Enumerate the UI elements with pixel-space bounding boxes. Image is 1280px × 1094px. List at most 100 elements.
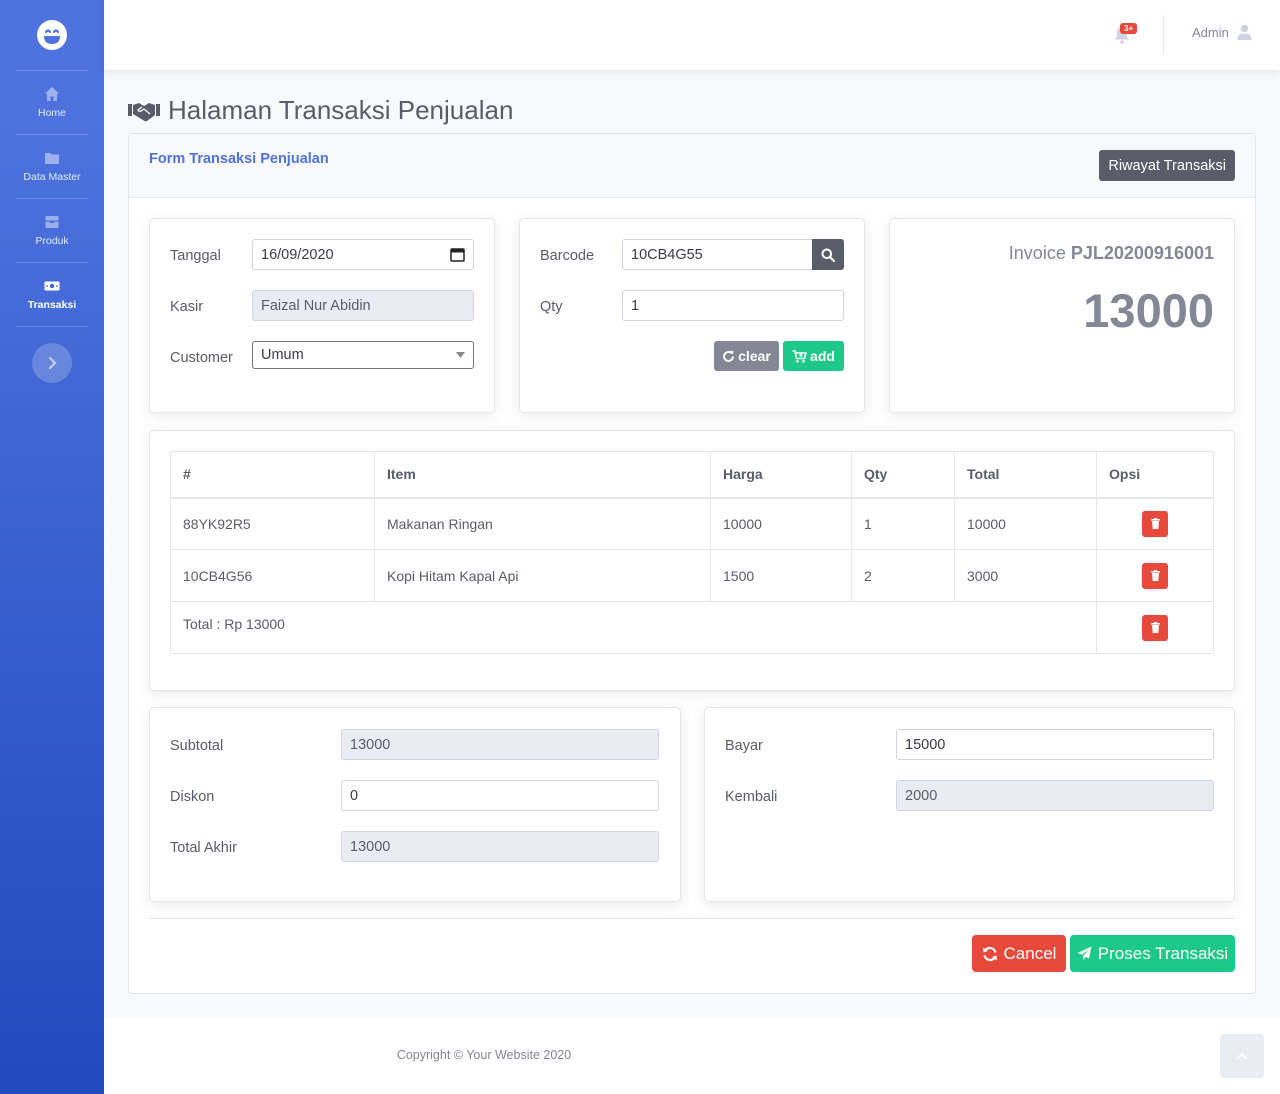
card-title: Form Transaksi Penjualan	[149, 151, 329, 167]
cell-item: Makanan Ringan	[374, 497, 711, 550]
chevron-right-icon	[48, 357, 57, 369]
diskon-input[interactable]: 0	[341, 780, 659, 811]
kasir-field: Faizal Nur Abidin	[252, 290, 474, 321]
transaction-card: Form Transaksi Penjualan Riwayat Transak…	[128, 133, 1256, 994]
riwayat-transaksi-button[interactable]: Riwayat Transaksi	[1099, 150, 1235, 181]
subtotal-field: 13000	[341, 729, 659, 760]
search-icon	[821, 248, 835, 262]
table-row: 88YK92R5 Makanan Ringan 10000 1 10000	[170, 497, 1214, 550]
folder-icon	[45, 153, 59, 164]
cell-qty: 2	[851, 549, 955, 602]
kembali-label: Kembali	[725, 789, 778, 805]
cancel-button[interactable]: Cancel	[972, 935, 1066, 972]
sidebar-item-data-master[interactable]: Data Master	[0, 135, 104, 198]
barcode-label: Barcode	[540, 248, 595, 264]
table-total-label: Total : Rp 13000	[170, 601, 1097, 654]
invoice-number: PJL20200916001	[1070, 243, 1214, 263]
clear-button[interactable]: clear	[714, 341, 779, 371]
user-menu[interactable]: Admin	[1192, 24, 1252, 40]
brand-logo[interactable]	[0, 0, 104, 70]
cell-harga: 10000	[710, 497, 852, 550]
cell-opsi	[1096, 497, 1214, 550]
caret-down-icon	[456, 352, 465, 358]
table-header-row: # Item Harga Qty Total Opsi	[170, 451, 1214, 499]
qty-input[interactable]: 1	[622, 290, 844, 321]
trash-icon	[1150, 622, 1160, 633]
bayar-input[interactable]: 15000	[896, 729, 1214, 760]
customer-select[interactable]: Umum	[252, 341, 474, 369]
tanggal-label: Tanggal	[170, 248, 221, 264]
clear-label: clear	[738, 348, 771, 364]
cell-total: 10000	[954, 497, 1097, 550]
transaction-info-card: Tanggal 16/09/2020 Kasir Faizal Nur Abid…	[149, 218, 495, 413]
add-button[interactable]: add	[783, 341, 844, 371]
scroll-to-top-button[interactable]	[1220, 1034, 1264, 1078]
footer: Copyright © Your Website 2020	[104, 1018, 1280, 1094]
table-total-row: Total : Rp 13000	[170, 601, 1214, 654]
notification-badge: 3+	[1120, 23, 1138, 34]
topbar: 3+ Admin	[104, 0, 1280, 70]
customer-label: Customer	[170, 350, 233, 366]
paper-plane-icon	[1077, 946, 1092, 960]
copyright-text: Copyright © Your Website 2020	[396, 1048, 572, 1062]
cell-opsi	[1096, 549, 1214, 602]
tanggal-date-input[interactable]: 16/09/2020	[252, 239, 474, 270]
add-label: add	[810, 348, 835, 364]
barcode-search-button[interactable]	[812, 239, 844, 270]
sidebar-divider	[16, 326, 88, 327]
bayar-label: Bayar	[725, 738, 763, 754]
user-name: Admin	[1192, 24, 1229, 40]
invoice-prefix: Invoice	[1008, 243, 1066, 263]
diskon-label: Diskon	[170, 789, 215, 805]
sidebar-item-label: Data Master	[23, 171, 81, 183]
money-bill-icon	[44, 281, 60, 291]
invoice-heading: Invoice PJL20200916001	[1009, 243, 1214, 264]
sidebar-item-transaksi[interactable]: Transaksi	[0, 263, 104, 326]
proses-transaksi-button[interactable]: Proses Transaksi	[1070, 935, 1235, 972]
column-header: Total	[954, 451, 1097, 499]
page-title: Halaman Transaksi Penjualan	[128, 95, 513, 126]
delete-row-button[interactable]	[1142, 510, 1168, 537]
card-header: Form Transaksi Penjualan Riwayat Transak…	[129, 134, 1255, 198]
cell-harga: 1500	[710, 549, 852, 602]
proses-label: Proses Transaksi	[1097, 943, 1229, 963]
column-header: #	[170, 451, 375, 499]
invoice-total: 13000	[1083, 284, 1214, 337]
delete-row-button[interactable]	[1142, 562, 1168, 589]
sidebar-item-produk[interactable]: Produk	[0, 199, 104, 262]
column-header: Harga	[710, 451, 852, 499]
cell-qty: 1	[851, 497, 955, 550]
barcode-input[interactable]: 10CB4G55	[622, 239, 813, 270]
kembali-field: 2000	[896, 780, 1214, 811]
calendar-icon[interactable]	[450, 247, 465, 262]
column-header: Opsi	[1096, 451, 1214, 499]
divider	[149, 918, 1235, 919]
cell-item: Kopi Hitam Kapal Api	[374, 549, 711, 602]
box-icon	[45, 216, 59, 228]
sidebar-toggle-button[interactable]	[32, 343, 72, 383]
tanggal-value: 16/09/2020	[261, 246, 334, 263]
sidebar: Home Data Master Produk Transaksi	[0, 0, 104, 1094]
sidebar-item-label: Transaksi	[27, 299, 77, 311]
sidebar-item-home[interactable]: Home	[0, 71, 104, 134]
cell-opsi	[1096, 601, 1214, 654]
invoice-card: Invoice PJL20200916001 13000	[889, 218, 1235, 413]
handshake-icon	[128, 102, 160, 121]
items-table: # Item Harga Qty Total Opsi 88YK92R5 Mak…	[170, 451, 1214, 654]
total-akhir-label: Total Akhir	[170, 840, 237, 856]
trash-icon	[1150, 518, 1160, 530]
sync-icon	[982, 946, 997, 961]
delete-all-button[interactable]	[1142, 614, 1168, 641]
summary-card: Subtotal 13000 Diskon 0 Total Akhir 1300…	[149, 707, 681, 902]
barcode-card: Barcode 10CB4G55 Qty 1 clear add	[519, 218, 865, 413]
cell-barcode: 88YK92R5	[170, 497, 375, 550]
payment-card: Bayar 15000 Kembali 2000	[704, 707, 1235, 902]
items-table-card: # Item Harga Qty Total Opsi 88YK92R5 Mak…	[149, 430, 1235, 691]
cart-plus-icon	[792, 349, 808, 363]
table-row: 10CB4G56 Kopi Hitam Kapal Api 1500 2 300…	[170, 549, 1214, 602]
refresh-icon	[723, 350, 735, 362]
chevron-up-icon	[1236, 1052, 1248, 1060]
trash-icon	[1150, 570, 1160, 581]
customer-value: Umum	[261, 347, 304, 363]
cell-barcode: 10CB4G56	[170, 549, 375, 602]
